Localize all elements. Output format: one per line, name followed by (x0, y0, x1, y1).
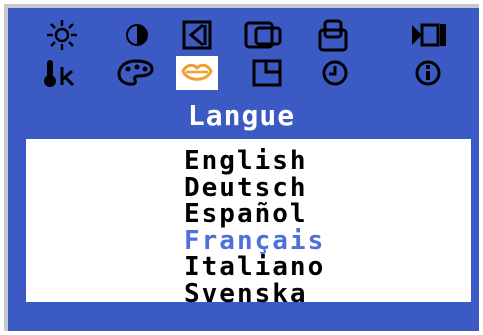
language-list-panel: English Deutsch Español Français Italian… (26, 139, 471, 307)
language-icon[interactable] (176, 56, 218, 90)
v-position-icon[interactable] (312, 18, 354, 52)
language-option-francais[interactable]: Français (184, 227, 325, 255)
brightness-icon[interactable] (41, 18, 83, 52)
h-position-icon[interactable] (176, 18, 218, 52)
contrast-icon[interactable] (116, 18, 158, 52)
size-icon[interactable] (242, 18, 284, 52)
bevel-top (4, 4, 479, 8)
menu-title: Langue (187, 99, 296, 132)
geometry-icon[interactable] (246, 56, 288, 90)
bevel-left (4, 4, 8, 331)
degauss-icon[interactable] (409, 18, 451, 52)
osd-menu: Langue English Deutsch Español Français … (4, 4, 479, 331)
language-list: English Deutsch Español Français Italian… (184, 148, 325, 307)
info-icon[interactable] (407, 56, 449, 90)
timer-icon[interactable] (314, 56, 356, 90)
language-option-espanol[interactable]: Español (184, 201, 325, 228)
language-option-svenska[interactable]: Svenska (184, 280, 325, 308)
language-option-italiano[interactable]: Italiano (184, 254, 325, 281)
language-option-deutsch[interactable]: Deutsch (184, 174, 325, 202)
color-palette-icon[interactable] (115, 56, 157, 90)
color-temperature-icon[interactable] (41, 56, 83, 90)
language-option-english[interactable]: English (184, 148, 325, 175)
